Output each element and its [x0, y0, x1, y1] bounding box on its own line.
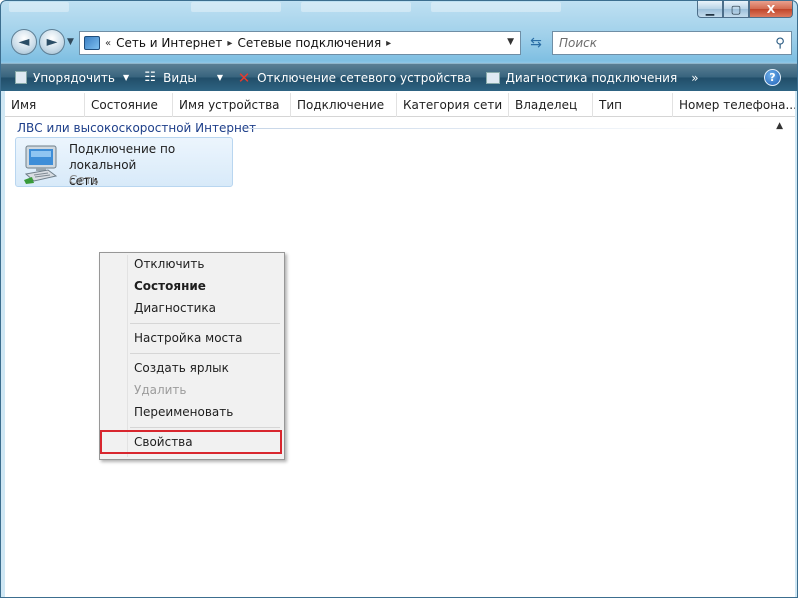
- command-bar: Упорядочить ▼ ☷ Виды ▼ ✕ Отключение сете…: [1, 63, 797, 91]
- breadcrumb-network-internet[interactable]: Сеть и Интернет: [116, 36, 222, 50]
- breadcrumb-overflow[interactable]: «: [105, 38, 111, 49]
- organize-label: Упорядочить: [33, 70, 115, 85]
- column-header-phone[interactable]: Номер телефона...: [673, 93, 795, 117]
- column-header-type[interactable]: Тип: [593, 93, 673, 117]
- menu-separator: [130, 353, 280, 354]
- search-icon[interactable]: ⚲: [769, 36, 791, 51]
- address-bar[interactable]: « Сеть и Интернет ▸ Сетевые подключения …: [79, 31, 521, 55]
- help-button[interactable]: ?: [764, 69, 781, 86]
- network-adapter-icon: [24, 145, 58, 184]
- column-header-owner[interactable]: Владелец: [509, 93, 593, 117]
- menu-separator: [130, 427, 280, 428]
- menu-item-diagnose[interactable]: Диагностика: [134, 301, 216, 315]
- column-header-connection[interactable]: Подключение: [291, 93, 397, 117]
- breadcrumb-separator-icon[interactable]: ▸: [227, 38, 232, 49]
- forward-button[interactable]: ►: [39, 29, 65, 55]
- diagnose-button[interactable]: Диагностика подключения: [485, 67, 678, 89]
- close-button[interactable]: X: [749, 1, 793, 18]
- address-row: ◄ ► ▼ « Сеть и Интернет ▸ Сетевые подклю…: [1, 29, 797, 59]
- properties-highlight-box: [100, 430, 282, 454]
- title-ghost: [9, 2, 69, 12]
- organize-button[interactable]: Упорядочить ▼: [15, 67, 129, 89]
- forward-arrow-icon: ►: [46, 34, 58, 50]
- column-header-name[interactable]: Имя: [5, 93, 85, 117]
- chevron-down-icon: ▼: [216, 73, 224, 82]
- search-box[interactable]: Поиск ⚲: [552, 31, 792, 55]
- title-ghost: [191, 2, 281, 12]
- menu-item-delete: Удалить: [134, 383, 187, 397]
- title-ghost: [431, 2, 561, 12]
- column-header-status[interactable]: Состояние: [85, 93, 173, 117]
- address-dropdown-icon[interactable]: ▼: [507, 37, 514, 47]
- menu-item-bridge[interactable]: Настройка моста: [134, 331, 242, 345]
- menu-separator: [130, 323, 280, 324]
- minimize-icon: ▁: [705, 2, 715, 16]
- chevron-down-icon: ▼: [122, 73, 130, 82]
- views-button[interactable]: ☷ Виды ▼: [143, 67, 223, 89]
- disable-device-button[interactable]: ✕ Отключение сетевого устройства: [237, 67, 472, 89]
- connection-name-line1: Подключение по локальной: [69, 142, 176, 172]
- window-controls: ▁ ▢ X: [697, 1, 793, 18]
- group-divider: [249, 128, 765, 129]
- back-arrow-icon: ◄: [18, 34, 30, 50]
- close-icon: X: [766, 2, 776, 16]
- more-commands-button[interactable]: »: [691, 67, 698, 89]
- collapse-caret-icon[interactable]: ▲: [776, 121, 783, 131]
- explorer-window: ▁ ▢ X ◄ ► ▼ « Сеть и Интернет ▸ Сетевые …: [0, 0, 798, 598]
- connection-status: Сеть: [69, 173, 99, 187]
- maximize-button[interactable]: ▢: [723, 1, 749, 18]
- file-list-pane[interactable]: Имя Состояние Имя устройства Подключение…: [5, 91, 795, 597]
- menu-item-status[interactable]: Состояние: [134, 279, 206, 293]
- refresh-button[interactable]: ⇆: [525, 33, 547, 53]
- breadcrumb-network-connections[interactable]: Сетевые подключения: [237, 36, 381, 50]
- menu-item-create-shortcut[interactable]: Создать ярлык: [134, 361, 229, 375]
- disable-x-icon: ✕: [237, 68, 251, 87]
- diagnose-label: Диагностика подключения: [505, 70, 678, 85]
- maximize-icon: ▢: [730, 2, 742, 16]
- menu-item-rename[interactable]: Переименовать: [134, 405, 233, 419]
- column-headers: Имя Состояние Имя устройства Подключение…: [5, 93, 795, 117]
- diagnose-icon: [485, 71, 500, 84]
- views-icon: ☷: [144, 70, 156, 85]
- title-ghost: [301, 2, 411, 12]
- minimize-button[interactable]: ▁: [697, 1, 723, 18]
- recent-pages-dropdown[interactable]: ▼: [67, 37, 74, 47]
- title-bar[interactable]: ▁ ▢ X: [1, 1, 797, 25]
- organize-icon: [15, 71, 27, 84]
- menu-item-disable[interactable]: Отключить: [134, 257, 204, 271]
- chevron-down-icon: ▼: [67, 37, 74, 47]
- breadcrumb-separator-icon[interactable]: ▸: [386, 38, 391, 49]
- network-folder-icon: [84, 36, 100, 50]
- search-input[interactable]: Поиск: [553, 36, 769, 50]
- disable-device-label: Отключение сетевого устройства: [257, 70, 472, 85]
- menu-icon-strip: [127, 255, 128, 457]
- column-header-category[interactable]: Категория сети: [397, 93, 509, 117]
- context-menu: Отключить Состояние Диагностика Настройк…: [99, 252, 285, 460]
- column-header-device[interactable]: Имя устройства: [173, 93, 291, 117]
- group-header[interactable]: ЛВС или высокоскоростной Интернет: [17, 121, 256, 135]
- back-button[interactable]: ◄: [11, 29, 37, 55]
- refresh-icon: ⇆: [530, 35, 542, 51]
- help-icon: ?: [769, 71, 776, 84]
- views-label: Виды: [163, 70, 197, 85]
- overflow-chevron-icon: »: [691, 70, 699, 85]
- connection-item[interactable]: Подключение по локальной сети Сеть: [15, 137, 233, 188]
